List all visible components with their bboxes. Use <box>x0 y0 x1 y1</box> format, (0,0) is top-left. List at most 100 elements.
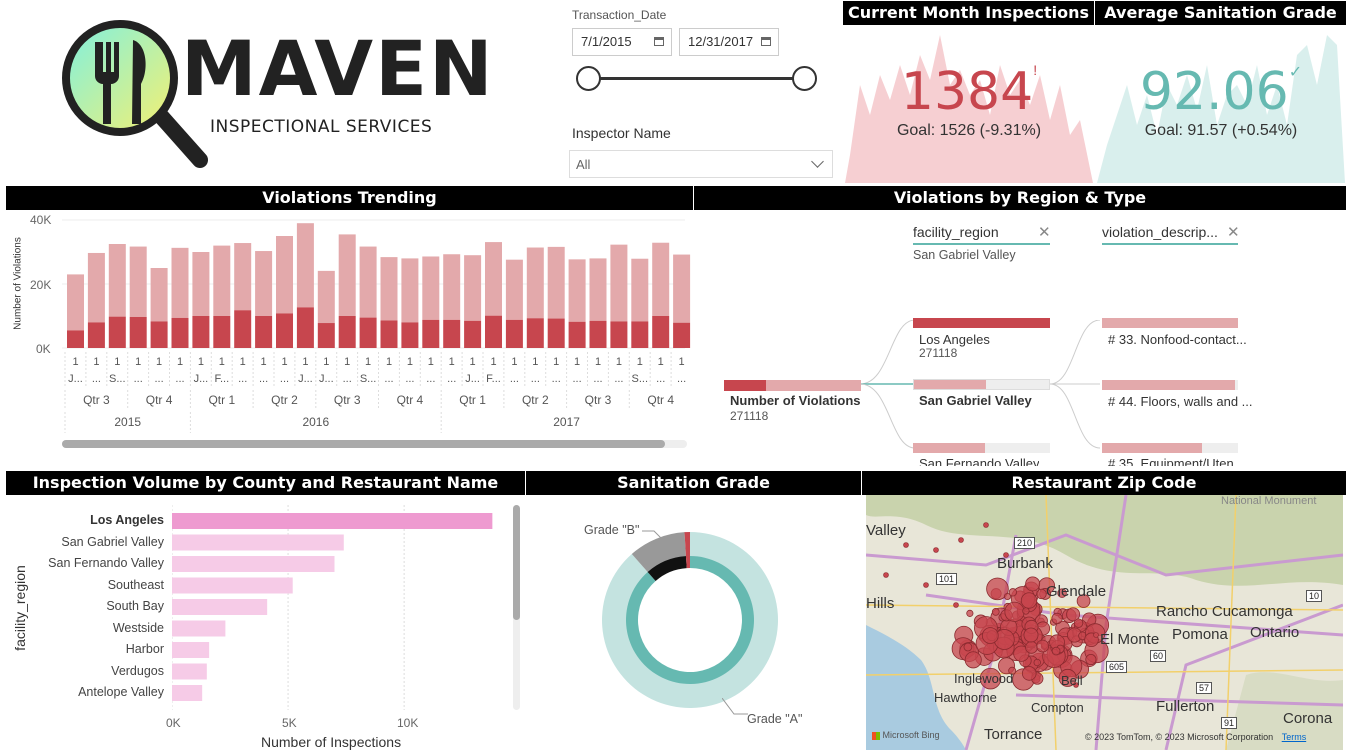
trend-bar-total[interactable] <box>485 242 502 316</box>
trend-bar-violations[interactable] <box>276 313 293 348</box>
decomp-col1-bar-los-angeles[interactable] <box>913 318 1050 328</box>
map-canvas[interactable]: Valley Burbank Glendale Rancho Cucamonga… <box>866 495 1343 750</box>
hbar-scrollbar-thumb[interactable] <box>513 505 520 620</box>
trend-bar-violations[interactable] <box>87 322 105 348</box>
map-bubble[interactable] <box>953 602 959 608</box>
trend-bar-total[interactable] <box>464 255 482 321</box>
map-bubble[interactable] <box>1093 632 1099 638</box>
decomp-root-bar[interactable] <box>724 380 861 391</box>
trend-bar-total[interactable] <box>255 251 273 316</box>
trend-bar-total[interactable] <box>589 258 607 321</box>
trend-bar-violations[interactable] <box>505 319 523 348</box>
map-bubble[interactable] <box>966 609 974 617</box>
trend-bar-violations[interactable] <box>296 307 314 348</box>
trend-bar-violations[interactable] <box>129 316 147 348</box>
map-bubble[interactable] <box>883 572 889 578</box>
trend-bar-total[interactable] <box>568 259 586 322</box>
hbar-bar[interactable] <box>172 534 344 551</box>
trend-bar-violations[interactable] <box>317 323 335 348</box>
map-bubble[interactable] <box>1025 641 1038 654</box>
hbar-bar[interactable] <box>172 513 493 529</box>
trend-bar-violations[interactable] <box>192 316 210 348</box>
trend-bar-total[interactable] <box>213 245 231 316</box>
trend-bar-violations[interactable] <box>443 319 461 348</box>
map-bubble[interactable] <box>1023 627 1039 643</box>
trend-bar-violations[interactable] <box>213 316 231 348</box>
trend-bar-total[interactable] <box>422 256 440 320</box>
trend-bar-violations[interactable] <box>171 317 189 348</box>
trend-scrollbar[interactable] <box>62 440 687 448</box>
map-bubble[interactable] <box>1036 639 1050 653</box>
hbar-bar[interactable] <box>172 556 335 572</box>
trend-bar-total[interactable] <box>631 258 649 322</box>
trend-bar-violations[interactable] <box>422 319 440 348</box>
end-date-input[interactable]: 12/31/2017 <box>679 28 779 56</box>
map-bubble[interactable] <box>991 608 1000 616</box>
trend-scrollbar-thumb[interactable] <box>62 440 665 448</box>
map-bubble[interactable] <box>958 537 964 543</box>
trend-bar-violations[interactable] <box>150 321 168 348</box>
trend-bar-violations[interactable] <box>464 320 482 348</box>
trend-bar-total[interactable] <box>150 268 168 322</box>
map-bubble[interactable] <box>1025 576 1041 592</box>
trend-bar-violations[interactable] <box>547 318 565 348</box>
trend-bar-violations[interactable] <box>234 310 252 348</box>
hbar-bar[interactable] <box>172 599 268 615</box>
trend-bar-total[interactable] <box>673 254 691 323</box>
map-bubble[interactable] <box>923 582 929 588</box>
trend-bar-total[interactable] <box>276 236 293 314</box>
trend-bar-violations[interactable] <box>610 321 628 348</box>
trend-bar-total[interactable] <box>547 246 565 319</box>
date-slider-start-handle[interactable] <box>576 66 601 91</box>
donut-slice-grade-a[interactable] <box>626 556 754 684</box>
trend-bar-violations[interactable] <box>67 330 84 348</box>
trend-bar-violations[interactable] <box>673 322 691 348</box>
trend-bar-total[interactable] <box>359 246 377 318</box>
trend-bar-total[interactable] <box>317 270 335 324</box>
date-slider-track[interactable] <box>588 77 804 80</box>
date-slider-end-handle[interactable] <box>792 66 817 91</box>
trend-bar-total[interactable] <box>296 223 314 308</box>
trend-bar-violations[interactable] <box>108 316 126 348</box>
trend-bar-total[interactable] <box>171 247 189 318</box>
trend-bar-violations[interactable] <box>485 315 502 348</box>
hbar-bar[interactable] <box>172 685 203 701</box>
trend-bar-total[interactable] <box>234 243 252 311</box>
map-bubble[interactable] <box>963 642 973 652</box>
map-bubble[interactable] <box>1022 607 1030 615</box>
trend-bar-total[interactable] <box>526 247 544 319</box>
trend-bar-violations[interactable] <box>255 316 273 348</box>
close-icon[interactable]: ✕ <box>1227 223 1240 241</box>
trend-bar-total[interactable] <box>610 244 628 322</box>
decomp-col1-bar-san-fernando[interactable] <box>913 443 1050 453</box>
map-bubble[interactable] <box>933 547 939 553</box>
trend-bar-total[interactable] <box>652 242 670 316</box>
trend-bar-violations[interactable] <box>589 320 607 348</box>
trend-bar-total[interactable] <box>192 252 210 316</box>
trend-bar-violations[interactable] <box>631 321 649 348</box>
decomp-col2-header[interactable]: violation_descrip... <box>1102 224 1218 240</box>
map-bubble[interactable] <box>964 651 982 669</box>
trend-bar-total[interactable] <box>338 234 356 316</box>
map-bubble[interactable] <box>903 542 909 548</box>
trend-bar-violations[interactable] <box>359 317 377 348</box>
map-bubble[interactable] <box>1004 601 1025 622</box>
trend-bar-total[interactable] <box>380 257 398 321</box>
trend-bar-violations[interactable] <box>401 322 419 348</box>
hbar-bar[interactable] <box>172 642 210 658</box>
start-date-input[interactable]: 7/1/2015 <box>572 28 672 56</box>
hbar-bar[interactable] <box>172 620 226 637</box>
map-bubble[interactable] <box>1020 592 1038 609</box>
map-terms-link[interactable]: Terms <box>1282 732 1307 742</box>
decomp-col2-bar[interactable] <box>1102 318 1238 328</box>
map-bubble[interactable] <box>1021 666 1037 681</box>
inspector-dropdown[interactable]: All <box>569 150 833 178</box>
hbar-bar[interactable] <box>172 663 207 680</box>
map-bubble[interactable] <box>1051 612 1063 625</box>
trend-bar-violations[interactable] <box>380 320 398 348</box>
hbar-bar[interactable] <box>172 577 293 594</box>
map-bubble[interactable] <box>1008 588 1017 597</box>
decomp-col1-bar-san-gabriel[interactable] <box>913 379 1050 390</box>
decomp-col2-bar[interactable] <box>1102 443 1238 453</box>
calendar-icon[interactable] <box>654 37 664 46</box>
